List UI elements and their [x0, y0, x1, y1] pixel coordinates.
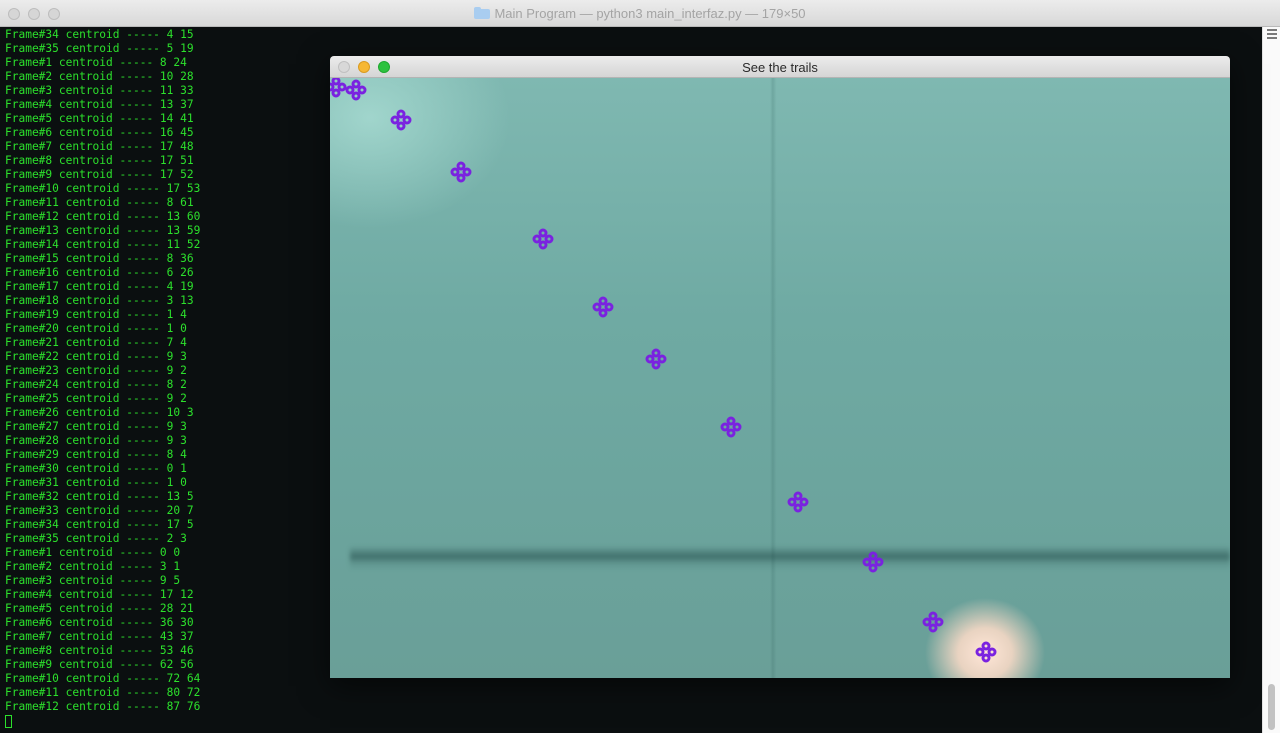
- scrollbar-thumb[interactable]: [1268, 684, 1275, 730]
- trail-marker-icon: [975, 641, 997, 663]
- terminal-title-text: Main Program — python3 main_interfaz.py …: [494, 6, 806, 21]
- trail-marker-icon: [645, 348, 667, 370]
- scrollbar-menu-icon[interactable]: [1267, 29, 1277, 39]
- terminal-titlebar: Main Program — python3 main_interfaz.py …: [0, 0, 1280, 27]
- terminal-prompt-line[interactable]: [5, 714, 1262, 728]
- terminal-line: Frame#11 centroid ----- 80 72: [5, 686, 201, 699]
- trail-marker-icon: [862, 551, 884, 573]
- trail-marker-icon: [922, 611, 944, 633]
- terminal-line: Frame#34 centroid ----- 4 15: [5, 28, 194, 41]
- trail-marker-icon: [450, 161, 472, 183]
- terminal-line: Frame#12 centroid ----- 87 76: [5, 700, 201, 713]
- terminal-scrollbar[interactable]: [1262, 27, 1280, 733]
- text-cursor: [5, 715, 12, 728]
- trail-marker-icon: [720, 416, 742, 438]
- terminal-line: Frame#35 centroid ----- 5 19: [5, 42, 194, 55]
- video-window: See the trails: [330, 56, 1230, 678]
- video-window-title: See the trails: [742, 60, 818, 75]
- trail-marker-icon: [787, 491, 809, 513]
- trail-marker-icon: [532, 228, 554, 250]
- video-window-titlebar[interactable]: See the trails: [330, 56, 1230, 78]
- trail-marker-icon: [390, 109, 412, 131]
- fabric-fold: [350, 546, 1230, 570]
- terminal-title: Main Program — python3 main_interfaz.py …: [0, 6, 1280, 21]
- folder-icon: [474, 7, 491, 19]
- trail-marker-icon: [592, 296, 614, 318]
- trail-marker-icon: [345, 79, 367, 101]
- video-frame: [330, 78, 1230, 678]
